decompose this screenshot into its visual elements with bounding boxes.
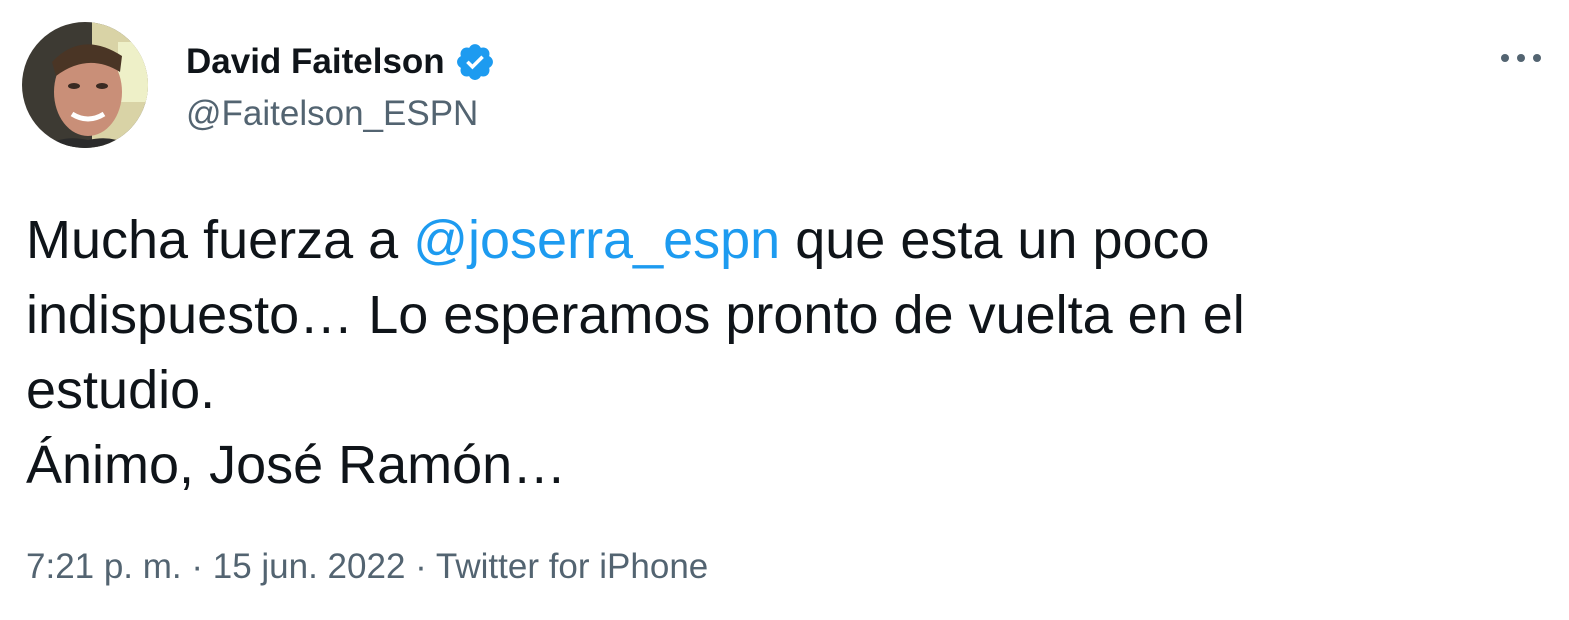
author-info: David Faitelson @Faitelson_ESPN — [186, 40, 496, 134]
tweet-metadata: 7:21 p. m. · 15 jun. 2022 · Twitter for … — [26, 547, 708, 587]
avatar-photo — [22, 22, 148, 148]
author-avatar[interactable] — [22, 22, 148, 148]
author-display-name[interactable]: David Faitelson — [186, 42, 445, 82]
tweet-date[interactable]: 15 jun. 2022 — [213, 547, 406, 586]
tweet-source[interactable]: Twitter for iPhone — [436, 547, 708, 586]
meta-separator: · — [405, 547, 436, 586]
meta-separator: · — [181, 547, 213, 586]
mention-link[interactable]: @joserra_espn — [413, 210, 780, 270]
tweet-text: Mucha fuerza a @joserra_espn que esta un… — [26, 203, 1526, 503]
name-row: David Faitelson — [186, 40, 496, 84]
tweet-text-before-mention: Mucha fuerza a — [26, 210, 414, 270]
more-options-icon[interactable] — [1493, 40, 1549, 76]
author-handle[interactable]: @Faitelson_ESPN — [186, 94, 496, 134]
verified-badge-icon — [454, 41, 496, 83]
tweet-card: David Faitelson @Faitelson_ESPN Mucha fu… — [0, 0, 1569, 620]
tweet-time[interactable]: 7:21 p. m. — [26, 547, 182, 586]
